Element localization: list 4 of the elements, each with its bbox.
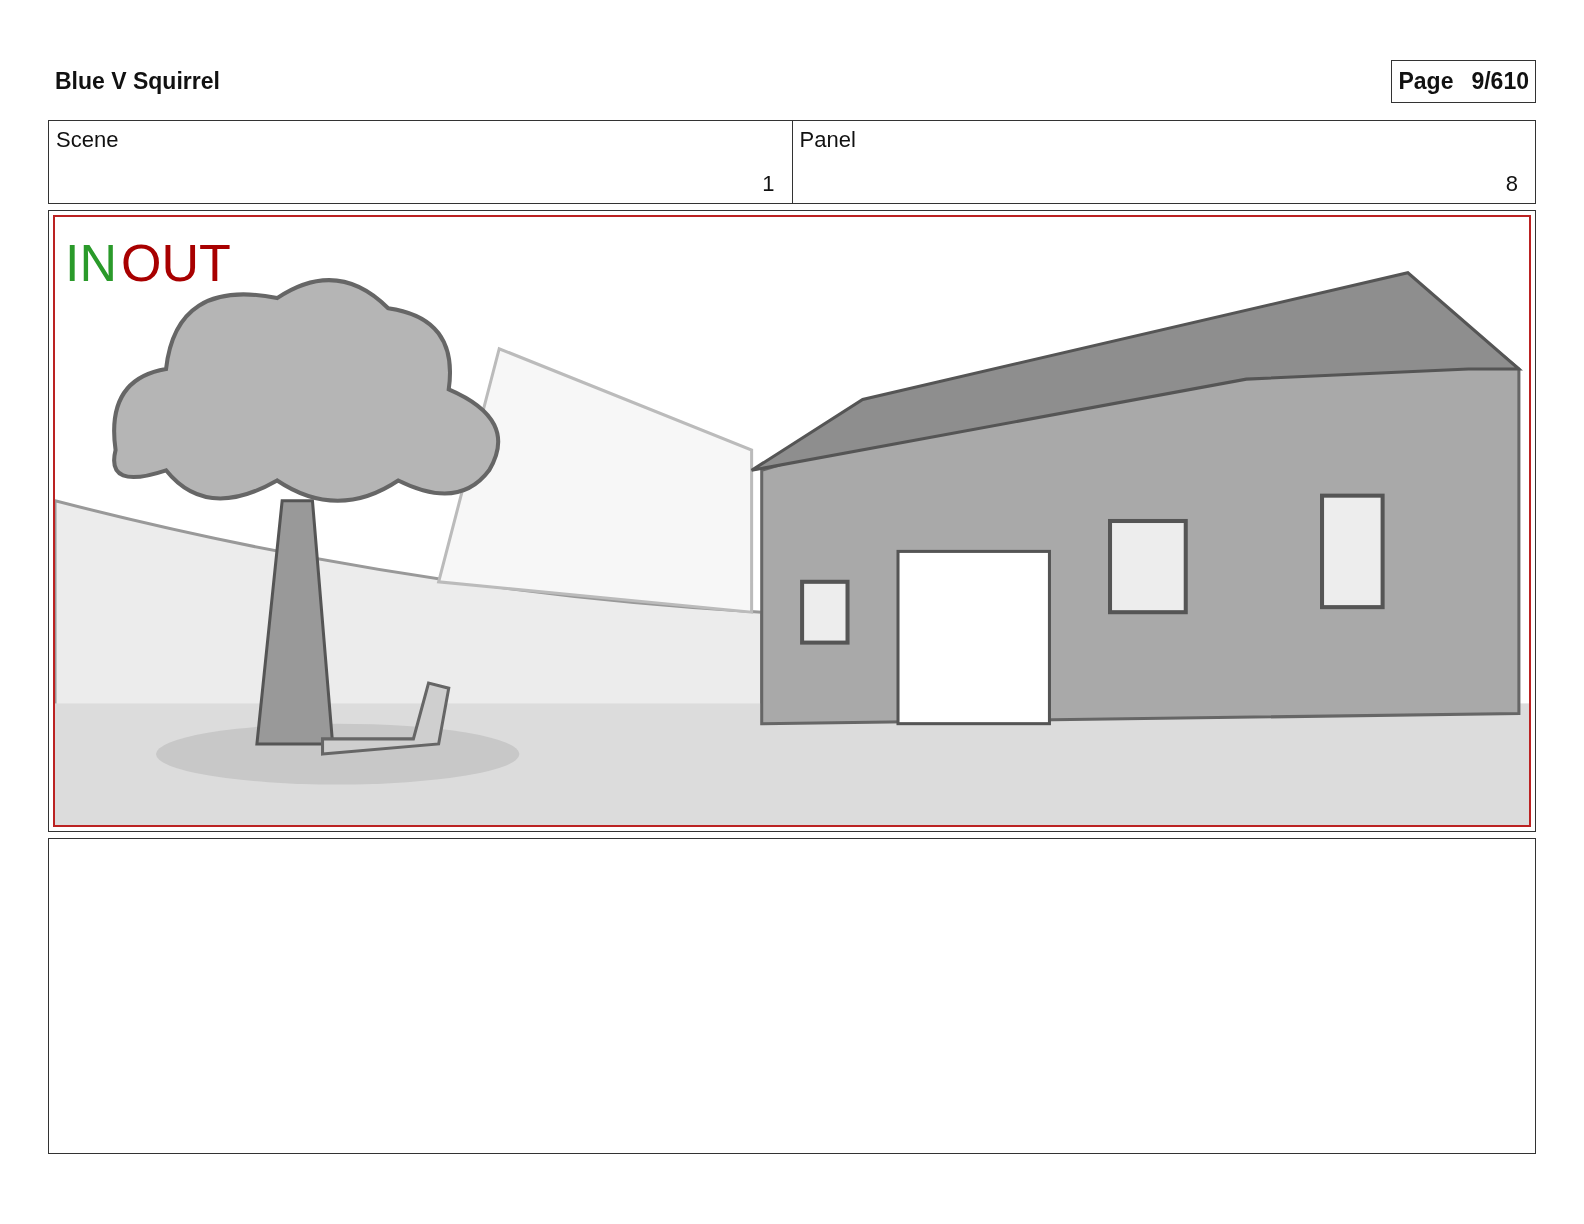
storyboard-title: Blue V Squirrel [55, 68, 220, 95]
frame-marker: OUT [121, 237, 231, 289]
frame-marker: IN [65, 237, 117, 289]
page-counter: Page 9/610 [1391, 60, 1536, 103]
